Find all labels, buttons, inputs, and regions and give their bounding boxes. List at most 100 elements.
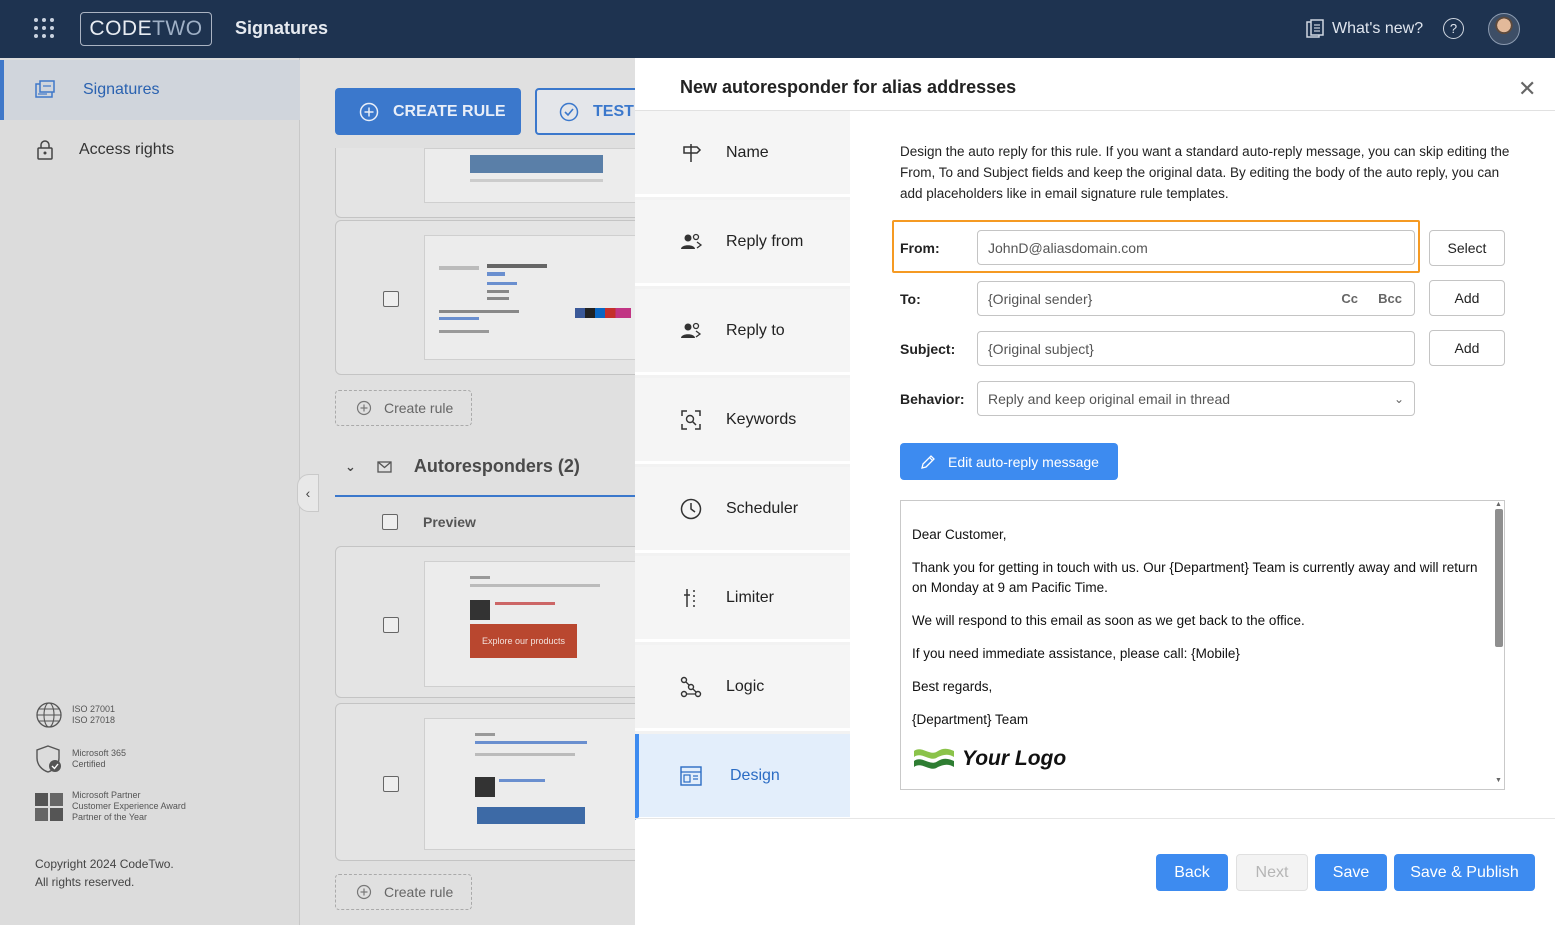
top-bar: CODE TWO Signatures What's new? ?: [0, 0, 1555, 58]
nav-label-signatures: Signatures: [83, 81, 160, 98]
next-button[interactable]: Next: [1236, 854, 1308, 891]
rule-checkbox[interactable]: [383, 291, 399, 307]
subject-value: {Original subject}: [988, 340, 1094, 357]
dialog-title: New autoresponder for alias addresses: [680, 77, 1017, 97]
clock-icon: [680, 498, 702, 519]
step-design[interactable]: Design: [635, 734, 850, 820]
auto-reply-message: Dear Customer, Thank you for getting in …: [912, 525, 1484, 775]
step-label: Reply to: [726, 321, 785, 339]
avatar[interactable]: [1488, 13, 1520, 45]
select-all-checkbox[interactable]: [382, 514, 398, 530]
step-logic[interactable]: Logic: [635, 645, 850, 731]
step-scheduler[interactable]: Scheduler: [635, 467, 850, 553]
message-greeting: Dear Customer,: [912, 527, 1007, 542]
bcc-toggle[interactable]: Bcc: [1378, 291, 1402, 306]
step-limiter[interactable]: Limiter: [635, 556, 850, 642]
close-icon[interactable]: ✕: [1518, 76, 1536, 102]
to-label: To:: [900, 291, 921, 307]
brand-code: CODE: [89, 17, 153, 40]
preview-column-header: Preview: [423, 514, 476, 530]
create-rule-button[interactable]: CREATE RULE: [335, 88, 521, 135]
rule-card: [335, 220, 635, 375]
nav-label-access-rights: Access rights: [79, 141, 175, 158]
scroll-up-arrow[interactable]: ▲: [1495, 501, 1502, 508]
autoresponder-checkbox[interactable]: [383, 617, 399, 633]
step-label: Limiter: [726, 588, 775, 606]
nav-item-signatures[interactable]: Signatures: [0, 60, 300, 120]
codetwo-logo[interactable]: CODE TWO: [80, 12, 212, 46]
edit-auto-reply-label: Edit auto-reply message: [948, 453, 1099, 470]
select-button[interactable]: Select: [1429, 230, 1505, 266]
create-rule-link-label: Create rule: [384, 884, 454, 900]
plus-circle-icon: [359, 102, 379, 121]
lock-icon: [37, 140, 53, 160]
cert-line: Microsoft Partner: [72, 790, 141, 800]
autoresponders-title: Autoresponders (2): [413, 456, 580, 476]
auto-reply-preview[interactable]: Dear Customer, Thank you for getting in …: [900, 500, 1505, 790]
step-reply-from[interactable]: Reply from: [635, 200, 850, 286]
cert-line: Microsoft 365: [72, 748, 127, 758]
thumb-cta: Explore our products: [470, 624, 577, 658]
cc-toggle[interactable]: Cc: [1341, 291, 1358, 306]
behavior-select[interactable]: Reply and keep original email in thread …: [977, 381, 1415, 416]
autoresponder-icon: [377, 460, 392, 473]
from-label: From:: [900, 240, 940, 256]
subject-field[interactable]: {Original subject}: [977, 331, 1415, 366]
globe-icon: [36, 702, 62, 728]
m365-cert-badge: Microsoft 365 Certified: [34, 744, 126, 774]
message-signoff: {Department} Team: [912, 712, 1029, 727]
create-rule-link-label: Create rule: [384, 400, 454, 416]
microsoft-logo-icon: [35, 792, 63, 821]
iso-cert-badge: ISO 27001 ISO 27018: [34, 700, 115, 730]
to-field[interactable]: {Original sender} Cc Bcc: [977, 281, 1415, 316]
autoresponders-section-header[interactable]: ⌄ Autoresponders (2): [345, 456, 580, 477]
design-icon: [680, 765, 702, 786]
check-circle-icon: [559, 102, 579, 121]
step-label: Logic: [726, 677, 765, 695]
save-button[interactable]: Save: [1315, 854, 1387, 891]
signature-thumbnail: [424, 148, 635, 203]
test-label: TEST: [593, 102, 634, 120]
step-label: Name: [726, 143, 769, 161]
add-subject-button[interactable]: Add: [1429, 330, 1505, 366]
subject-label: Subject:: [900, 341, 956, 357]
design-description: Design the auto reply for this rule. If …: [900, 144, 1510, 201]
autoresponder-checkbox[interactable]: [383, 776, 399, 792]
plus-circle-icon: [356, 884, 372, 900]
autoresponder-card: [335, 703, 635, 861]
create-rule-link[interactable]: Create rule: [335, 390, 472, 426]
step-label: Keywords: [726, 410, 797, 428]
users-icon: [681, 322, 702, 338]
step-label: Scheduler: [726, 499, 799, 517]
whats-new-button[interactable]: What's new?: [1306, 19, 1423, 39]
pencil-icon: [921, 454, 935, 469]
collapse-sidebar-button[interactable]: ‹: [297, 474, 319, 512]
scrollbar-thumb[interactable]: [1495, 509, 1503, 647]
chevron-down-icon[interactable]: ⌄: [345, 459, 356, 475]
signpost-icon: [683, 143, 702, 162]
create-rule-link[interactable]: Create rule: [335, 874, 472, 910]
logo-mark-icon: [914, 748, 954, 769]
app-title: Signatures: [235, 18, 329, 38]
edit-auto-reply-button[interactable]: Edit auto-reply message: [900, 443, 1118, 480]
create-rule-label: CREATE RULE: [393, 102, 506, 120]
save-publish-button[interactable]: Save & Publish: [1394, 854, 1535, 891]
app-launcher-icon[interactable]: [33, 17, 55, 39]
whats-new-label: What's new?: [1332, 20, 1424, 37]
step-keywords[interactable]: Keywords: [635, 378, 850, 464]
users-icon: [681, 233, 703, 249]
nav-item-access-rights[interactable]: Access rights: [0, 120, 300, 180]
autoresponder-card: Explore our products: [335, 546, 635, 698]
copyright-line: Copyright 2024 CodeTwo.: [35, 857, 174, 871]
step-reply-to[interactable]: Reply to: [635, 289, 850, 375]
from-value: JohnD@aliasdomain.com: [988, 239, 1148, 256]
back-button[interactable]: Back: [1156, 854, 1228, 891]
limiter-icon: [684, 588, 695, 607]
scroll-down-arrow[interactable]: ▼: [1495, 777, 1502, 784]
cert-line: Customer Experience Award: [72, 801, 186, 811]
test-button[interactable]: TEST: [535, 88, 635, 135]
from-field[interactable]: JohnD@aliasdomain.com: [977, 230, 1415, 265]
help-icon[interactable]: ?: [1443, 18, 1464, 39]
step-name[interactable]: Name: [635, 111, 850, 197]
add-to-button[interactable]: Add: [1429, 280, 1505, 316]
